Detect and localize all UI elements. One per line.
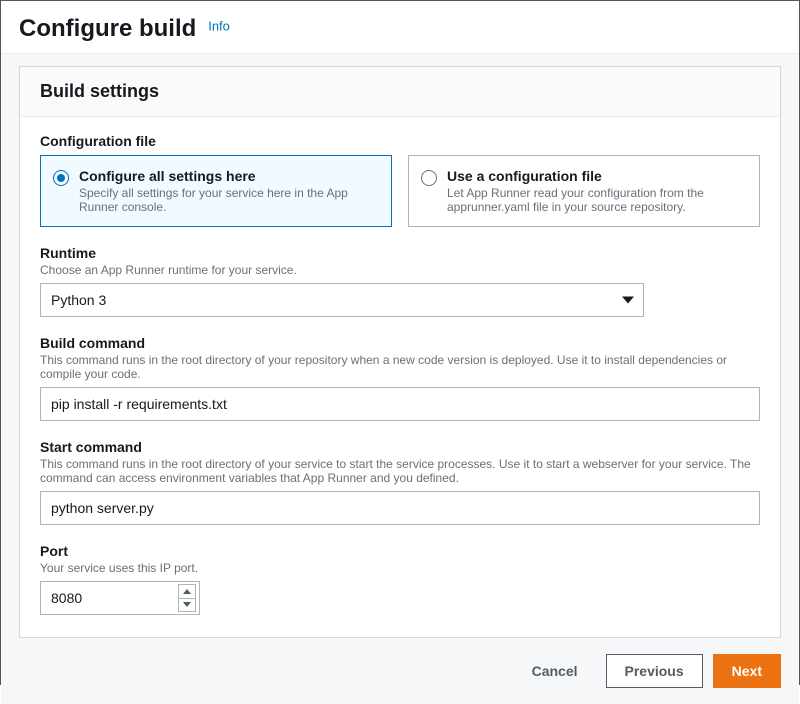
- option-use-config-file[interactable]: Use a configuration file Let App Runner …: [408, 155, 760, 227]
- port-section: Port Your service uses this IP port.: [40, 543, 760, 615]
- panel-body: Configuration file Configure all setting…: [20, 117, 780, 637]
- build-settings-panel: Build settings Configuration file Config…: [19, 66, 781, 638]
- port-input[interactable]: [40, 581, 200, 615]
- option-configure-here-desc: Specify all settings for your service he…: [79, 186, 377, 214]
- content-area: Build settings Configuration file Config…: [1, 54, 799, 638]
- build-command-input[interactable]: [40, 387, 760, 421]
- configuration-file-section: Configuration file Configure all setting…: [40, 133, 760, 227]
- build-command-help: This command runs in the root directory …: [40, 353, 760, 381]
- option-use-config-file-desc: Let App Runner read your configuration f…: [447, 186, 745, 214]
- start-command-input[interactable]: [40, 491, 760, 525]
- start-command-label: Start command: [40, 439, 760, 455]
- chevron-up-icon: [183, 589, 191, 594]
- runtime-select[interactable]: Python 3: [40, 283, 644, 317]
- previous-button[interactable]: Previous: [606, 654, 703, 688]
- radio-icon: [53, 170, 69, 186]
- configuration-file-options: Configure all settings here Specify all …: [40, 155, 760, 227]
- radio-icon: [421, 170, 437, 186]
- runtime-label: Runtime: [40, 245, 760, 261]
- wizard-footer: Cancel Previous Next: [1, 638, 799, 704]
- option-configure-here[interactable]: Configure all settings here Specify all …: [40, 155, 392, 227]
- runtime-select-wrap: Python 3: [40, 283, 644, 317]
- port-stepper: [178, 584, 196, 612]
- panel-title: Build settings: [20, 67, 780, 117]
- info-link[interactable]: Info: [208, 18, 230, 33]
- page-header: Configure build Info: [1, 1, 799, 54]
- port-step-up[interactable]: [179, 585, 195, 598]
- start-command-help: This command runs in the root directory …: [40, 457, 760, 485]
- runtime-section: Runtime Choose an App Runner runtime for…: [40, 245, 760, 317]
- runtime-help: Choose an App Runner runtime for your se…: [40, 263, 760, 277]
- port-label: Port: [40, 543, 760, 559]
- port-input-wrap: [40, 581, 200, 615]
- cancel-button[interactable]: Cancel: [514, 654, 596, 688]
- build-command-section: Build command This command runs in the r…: [40, 335, 760, 421]
- option-use-config-file-title: Use a configuration file: [447, 168, 745, 184]
- option-configure-here-title: Configure all settings here: [79, 168, 377, 184]
- port-step-down[interactable]: [179, 598, 195, 612]
- port-help: Your service uses this IP port.: [40, 561, 760, 575]
- configuration-file-label: Configuration file: [40, 133, 760, 149]
- build-command-label: Build command: [40, 335, 760, 351]
- start-command-section: Start command This command runs in the r…: [40, 439, 760, 525]
- chevron-down-icon: [183, 602, 191, 607]
- next-button[interactable]: Next: [713, 654, 781, 688]
- page-title: Configure build: [19, 15, 196, 43]
